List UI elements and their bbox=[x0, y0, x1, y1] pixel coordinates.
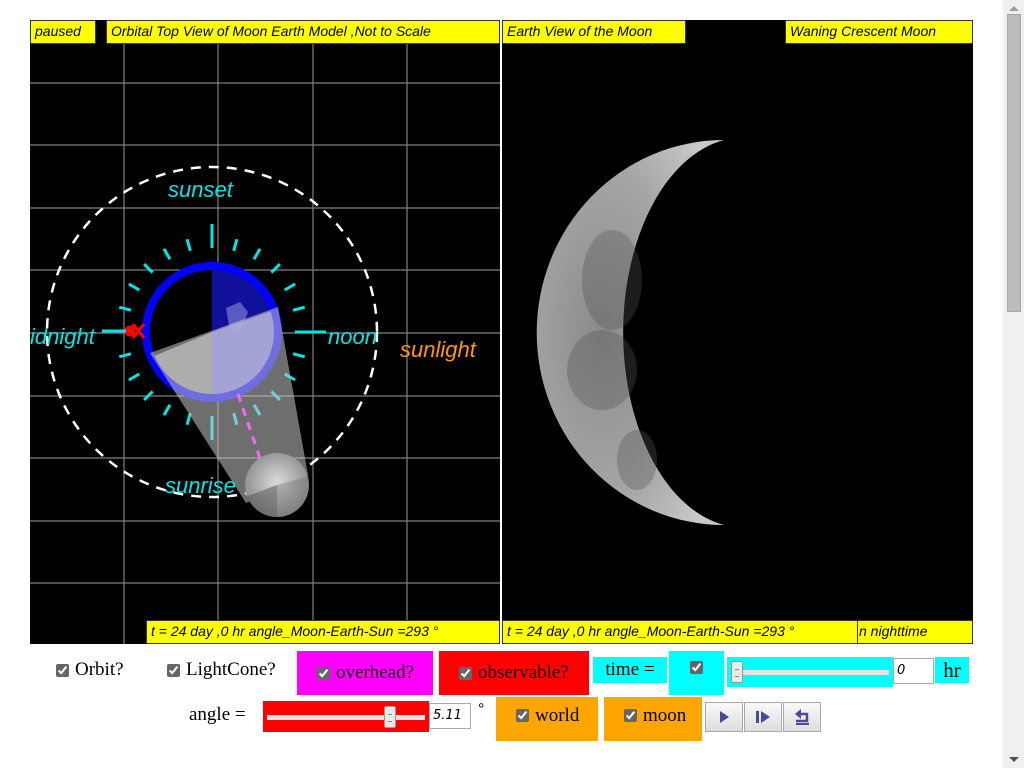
angle-label-box: angle = bbox=[189, 702, 246, 728]
world-label: world bbox=[535, 705, 580, 726]
moon-phase-canvas bbox=[536, 140, 724, 525]
hour-tick bbox=[118, 305, 132, 312]
earth-view-title: Earth View of the Moon bbox=[502, 20, 686, 44]
reset-icon bbox=[795, 709, 809, 725]
world-toggle[interactable]: world bbox=[496, 697, 598, 741]
observer-marker bbox=[124, 323, 146, 339]
hour-tick bbox=[162, 248, 172, 261]
step-forward-icon bbox=[756, 711, 770, 723]
orbit-toggle[interactable]: Orbit? bbox=[56, 656, 124, 684]
hour-tick bbox=[292, 305, 306, 312]
angle-slider-thumb[interactable] bbox=[383, 705, 396, 728]
hour-tick bbox=[270, 263, 281, 274]
reset-button[interactable] bbox=[783, 702, 821, 732]
play-icon bbox=[720, 711, 729, 723]
hour-tick bbox=[185, 238, 192, 252]
moon-checkbox[interactable] bbox=[624, 709, 637, 722]
hour-tick bbox=[118, 352, 132, 359]
noon-label: noon bbox=[328, 324, 377, 349]
play-button[interactable] bbox=[705, 702, 743, 732]
orbital-view-footer: t = 24 day ,0 hr angle_Moon-Earth-Sun =2… bbox=[146, 620, 500, 644]
orbital-view-panel[interactable]: sunset sunrise idnight noon sunlight pau… bbox=[30, 20, 500, 644]
midnight-label: idnight bbox=[30, 324, 96, 349]
lightcone-toggle[interactable]: LightCone? bbox=[167, 656, 276, 684]
sunset-label: sunset bbox=[168, 177, 234, 202]
time-unit-box: hr bbox=[935, 657, 969, 683]
hour-tick bbox=[232, 238, 239, 252]
time-unit: hr bbox=[943, 657, 961, 682]
day-night-status: n nighttime bbox=[857, 620, 973, 644]
page-scrollbar[interactable] bbox=[1003, 0, 1024, 768]
hour-tick bbox=[252, 248, 262, 261]
orbital-view-canvas: sunset sunrise idnight noon sunlight bbox=[30, 20, 500, 644]
time-checkbox[interactable] bbox=[690, 661, 703, 674]
observable-toggle[interactable]: observable? bbox=[439, 651, 589, 695]
world-checkbox[interactable] bbox=[516, 709, 529, 722]
hour-tick bbox=[143, 263, 154, 274]
time-value-input[interactable]: 0 bbox=[893, 658, 934, 684]
observable-label: observable? bbox=[478, 662, 569, 683]
orbit-label: Orbit? bbox=[75, 659, 124, 680]
overhead-checkbox[interactable] bbox=[317, 666, 330, 680]
status-label: paused bbox=[30, 20, 96, 44]
hour-tick bbox=[128, 282, 141, 292]
sunrise-label: sunrise bbox=[165, 473, 236, 498]
time-enable-toggle[interactable] bbox=[669, 651, 724, 695]
orbit-checkbox[interactable] bbox=[56, 663, 69, 677]
moon-label: moon bbox=[643, 705, 687, 726]
time-slider-thumb[interactable] bbox=[731, 661, 743, 683]
observable-checkbox[interactable] bbox=[459, 666, 472, 680]
hour-tick bbox=[128, 372, 141, 382]
earth-view-footer: t = 24 day ,0 hr angle_Moon-Earth-Sun =2… bbox=[502, 620, 858, 644]
hour-tick bbox=[292, 352, 306, 359]
lightcone-label: LightCone? bbox=[186, 659, 276, 680]
overhead-label: overhead? bbox=[336, 662, 415, 683]
hour-tick bbox=[162, 403, 172, 416]
scrollbar-thumb[interactable] bbox=[1007, 14, 1021, 312]
lightcone-checkbox[interactable] bbox=[167, 663, 180, 677]
time-label-box: time = bbox=[593, 657, 667, 683]
earth-view-panel[interactable]: Earth View of the Moon Waning Crescent M… bbox=[502, 20, 973, 644]
angle-unit: ° bbox=[478, 700, 484, 720]
time-slider[interactable] bbox=[727, 657, 893, 687]
moon-toggle[interactable]: moon bbox=[604, 697, 702, 741]
angle-value-input[interactable]: 5.11 bbox=[429, 703, 471, 729]
sunlight-label: sunlight bbox=[400, 337, 477, 362]
overhead-toggle[interactable]: overhead? bbox=[297, 651, 433, 695]
angle-unit-text: ° bbox=[478, 701, 485, 718]
scroll-up-icon[interactable] bbox=[1009, 6, 1019, 11]
step-forward-button[interactable] bbox=[744, 702, 782, 732]
angle-label: angle = bbox=[189, 704, 246, 725]
time-label: time = bbox=[605, 659, 655, 680]
hour-tick bbox=[283, 282, 296, 292]
angle-slider[interactable] bbox=[263, 701, 429, 732]
scroll-down-icon[interactable] bbox=[1009, 757, 1019, 762]
moon-phase-label: Waning Crescent Moon bbox=[785, 20, 973, 44]
orbital-view-title: Orbital Top View of Moon Earth Model ,No… bbox=[106, 20, 500, 44]
